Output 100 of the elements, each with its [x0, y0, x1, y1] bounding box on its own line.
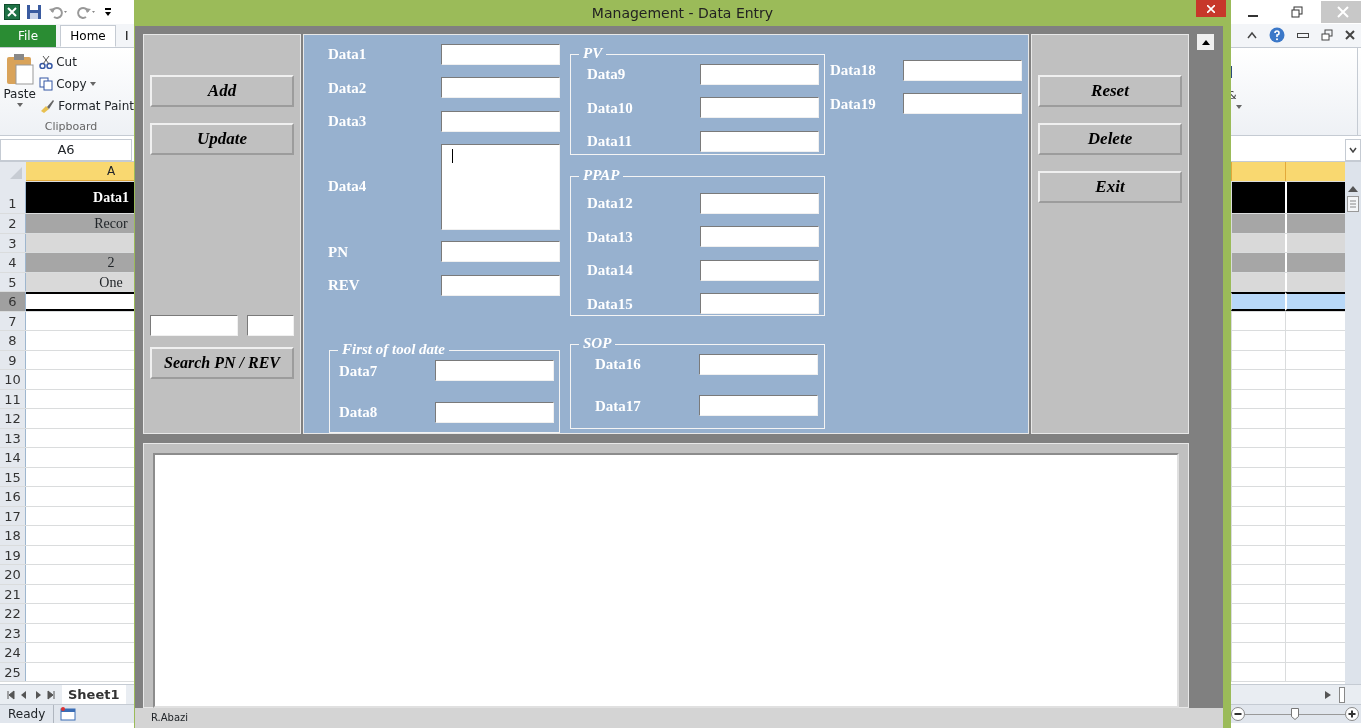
scroll-up-icon	[1201, 39, 1210, 45]
help-icon[interactable]	[1269, 27, 1285, 43]
field-label: Data15	[587, 294, 634, 314]
form-button[interactable]: Delete	[1038, 123, 1182, 155]
row-header[interactable]: 24	[0, 643, 26, 662]
row-header[interactable]: 18	[0, 526, 26, 545]
customize-dropdown-icon[interactable]	[104, 6, 112, 18]
ribbon-tab[interactable]: I	[116, 25, 130, 47]
scroll-up-button[interactable]	[1197, 34, 1214, 50]
slider-thumb-icon[interactable]	[1291, 708, 1299, 720]
copy-icon	[39, 77, 54, 91]
text-field[interactable]	[247, 315, 294, 336]
row-header[interactable]: 6	[0, 292, 26, 311]
format-painter-button[interactable]: Format Paint	[58, 97, 134, 115]
copy-button[interactable]: Copy	[56, 75, 87, 93]
row-header[interactable]: 12	[0, 409, 26, 428]
undo-icon[interactable]	[48, 4, 70, 20]
form-button[interactable]: Update	[150, 123, 294, 155]
table-cell	[1285, 182, 1345, 213]
scroll-right-icon[interactable]	[1325, 690, 1331, 699]
save-icon[interactable]	[26, 4, 42, 20]
text-field[interactable]	[700, 226, 819, 248]
name-box[interactable]: A6	[0, 138, 132, 161]
dropdown-caret-icon[interactable]	[16, 103, 23, 107]
window-title: Management - Data Entry	[591, 3, 774, 23]
scroll-up-icon[interactable]	[1348, 186, 1358, 192]
row-header[interactable]: 4	[0, 253, 26, 272]
text-field[interactable]	[700, 259, 819, 281]
text-field[interactable]	[150, 315, 238, 336]
text-field[interactable]	[441, 43, 560, 65]
text-field[interactable]	[435, 401, 554, 423]
cut-button[interactable]: Cut	[56, 53, 77, 71]
collapse-ribbon-icon[interactable]	[1247, 31, 1257, 39]
field-label: Data9	[587, 65, 627, 84]
row-header[interactable]: 20	[0, 565, 26, 584]
row-header[interactable]: 10	[0, 370, 26, 389]
text-field[interactable]	[441, 77, 560, 99]
redo-icon[interactable]	[76, 4, 98, 20]
text-field[interactable]	[441, 241, 560, 263]
restore-icon[interactable]	[1321, 29, 1333, 41]
scissors-icon	[39, 55, 54, 69]
row-header[interactable]: 1	[0, 182, 26, 213]
table-cell	[1285, 253, 1345, 272]
restore-icon[interactable]	[1291, 6, 1303, 18]
horizontal-scroll-thumb[interactable]	[1339, 686, 1345, 703]
ribbon-tab[interactable]: Home	[60, 25, 116, 47]
table-cell	[1285, 214, 1345, 233]
row-header[interactable]: 14	[0, 448, 26, 467]
scroll-thumb-icon[interactable]	[1347, 196, 1359, 212]
text-cursor	[452, 148, 453, 163]
form-button[interactable]: Add	[150, 75, 294, 107]
paste-button[interactable]: Paste	[3, 85, 36, 103]
text-field[interactable]	[435, 360, 554, 382]
table-cell: Data1	[26, 182, 134, 213]
form-button[interactable]: Reset	[1038, 75, 1182, 107]
dropdown-caret-icon[interactable]	[1236, 104, 1242, 109]
paintbrush-icon	[39, 99, 56, 113]
text-field[interactable]	[699, 353, 818, 375]
field-label: Data14	[587, 261, 634, 280]
text-field[interactable]	[699, 395, 818, 417]
zoom-out-icon[interactable]	[1231, 707, 1245, 721]
close-icon[interactable]	[1345, 30, 1355, 40]
field-label: PN	[328, 242, 349, 262]
row-header[interactable]: 8	[0, 331, 26, 350]
ribbon-group-label: Clipboard	[43, 118, 99, 135]
form-button[interactable]: Exit	[1038, 171, 1182, 203]
dropdown-caret-icon[interactable]	[89, 82, 96, 86]
chevron-down-icon	[1349, 146, 1357, 153]
row-header[interactable]: 16	[0, 487, 26, 506]
field-label: Data4	[328, 177, 368, 197]
field-label: Data10	[587, 98, 634, 118]
field-label: Data2	[328, 78, 368, 98]
row-header[interactable]: 22	[0, 604, 26, 623]
field-label: REV	[328, 276, 361, 295]
text-field[interactable]	[700, 97, 819, 119]
column-header[interactable]: A	[26, 162, 134, 181]
close-button[interactable]	[1196, 0, 1226, 17]
formula-expand-button[interactable]	[1345, 138, 1361, 161]
sheet-navigation-icon[interactable]	[6, 689, 56, 700]
text-field[interactable]	[700, 293, 819, 315]
text-field[interactable]	[700, 63, 819, 85]
clipboard-icon	[4, 53, 35, 85]
field-label: Data16	[595, 355, 642, 374]
table-cell: 2	[26, 253, 134, 272]
zoom-in-icon[interactable]	[1345, 707, 1359, 721]
text-field[interactable]	[700, 192, 819, 214]
text-field[interactable]	[441, 110, 560, 132]
text-field[interactable]	[903, 59, 1022, 81]
text-field[interactable]	[700, 130, 819, 152]
zoom-slider[interactable]	[1245, 707, 1345, 721]
table-cell	[1231, 292, 1285, 311]
field-label: Data7	[339, 361, 379, 381]
text-field[interactable]	[441, 143, 560, 230]
row-header[interactable]: 2	[0, 214, 26, 233]
ribbon-tab[interactable]: File	[0, 25, 56, 47]
text-field[interactable]	[441, 274, 560, 296]
search-button[interactable]: Search PN / REV	[150, 347, 294, 379]
sheet-tab[interactable]: Sheet1	[62, 685, 126, 704]
minimize-icon[interactable]	[1297, 31, 1309, 39]
text-field[interactable]	[903, 93, 1022, 115]
